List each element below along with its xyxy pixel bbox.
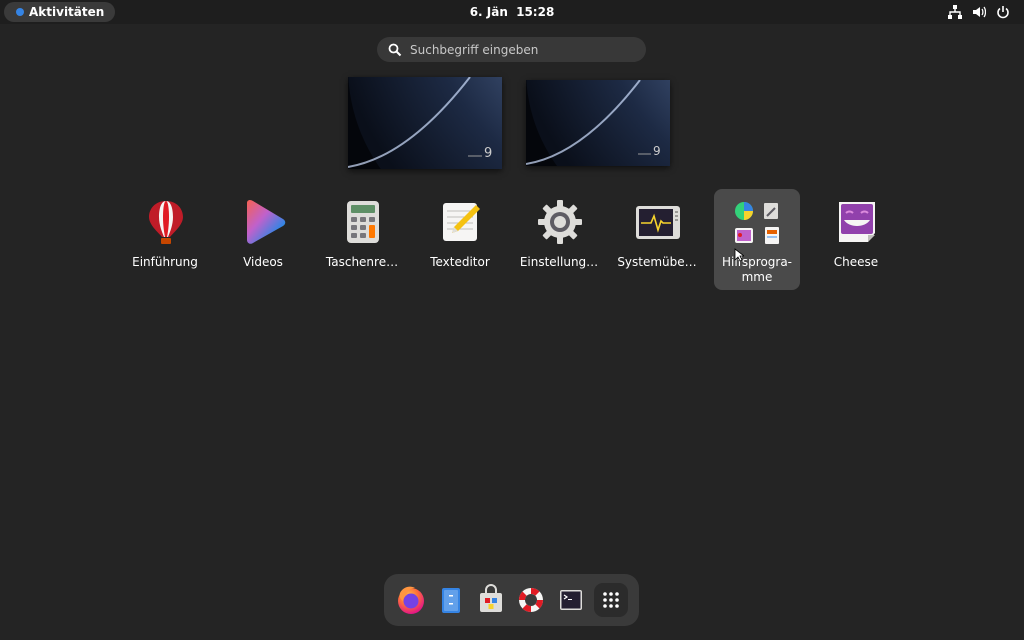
volume-icon[interactable]: [972, 5, 986, 19]
app-einstellungen[interactable]: Einstellung…: [516, 189, 602, 290]
cheese-icon: [839, 202, 875, 242]
dash-help[interactable]: [514, 583, 548, 617]
text-editor-icon: [443, 203, 480, 241]
settings-gear-icon: [538, 200, 582, 244]
app-grid-icon: [603, 592, 619, 608]
hot-air-balloon-icon: [149, 201, 183, 244]
firefox-icon: [398, 586, 424, 614]
app-taschenrechner[interactable]: Taschenre…: [319, 189, 405, 290]
calculator-icon: [347, 201, 379, 243]
workspace-badge: 9: [484, 146, 492, 161]
app-label: Systemübe…: [617, 255, 697, 269]
system-tray[interactable]: [948, 5, 1010, 19]
app-label: Taschenre…: [325, 255, 399, 269]
videos-play-icon: [247, 199, 286, 244]
dash-files[interactable]: [434, 583, 468, 617]
app-label: Cheese: [833, 255, 879, 269]
dash: [384, 574, 639, 626]
app-cheese[interactable]: Cheese: [813, 189, 899, 290]
clock-time: 15:28: [516, 5, 555, 19]
power-icon[interactable]: [996, 5, 1010, 19]
system-monitor-icon: [636, 206, 680, 239]
clock-date: 6. Jän: [469, 5, 508, 19]
terminal-icon: [560, 590, 582, 610]
clock[interactable]: 6. Jän 15:28: [0, 5, 1024, 19]
search-box[interactable]: [377, 37, 646, 62]
app-label: Einführung: [132, 255, 198, 269]
search-icon: [388, 43, 402, 56]
workspace-thumbnail-2[interactable]: 9: [526, 80, 670, 166]
dash-software[interactable]: [474, 583, 508, 617]
app-label: Videos: [243, 255, 283, 269]
app-videos[interactable]: Videos: [220, 189, 306, 290]
files-icon: [442, 588, 460, 613]
app-label: Texteditor: [430, 255, 490, 269]
app-texteditor[interactable]: Texteditor: [417, 189, 503, 290]
top-bar: Aktivitäten 6. Jän 15:28: [0, 0, 1024, 24]
utilities-folder-icon: [730, 199, 784, 249]
show-apps-button[interactable]: [594, 583, 628, 617]
workspace-thumbnail-1[interactable]: 9: [348, 77, 502, 169]
network-icon[interactable]: [948, 5, 962, 19]
app-folder-hilfsprogramme[interactable]: Hilfsprogra-mme: [714, 189, 800, 290]
dash-firefox[interactable]: [394, 583, 428, 617]
mouse-pointer-icon: [734, 248, 744, 262]
app-einfuehrung[interactable]: Einführung: [122, 189, 208, 290]
app-systemueberwachung[interactable]: Systemübe…: [614, 189, 700, 290]
help-lifebuoy-icon: [518, 587, 544, 613]
app-label: Hilfsprogra-mme: [721, 255, 793, 284]
software-store-icon: [480, 584, 502, 612]
workspace-badge: 9: [653, 144, 661, 158]
dash-terminal[interactable]: [554, 583, 588, 617]
app-label: Einstellung…: [519, 255, 599, 269]
search-input[interactable]: [408, 41, 632, 58]
